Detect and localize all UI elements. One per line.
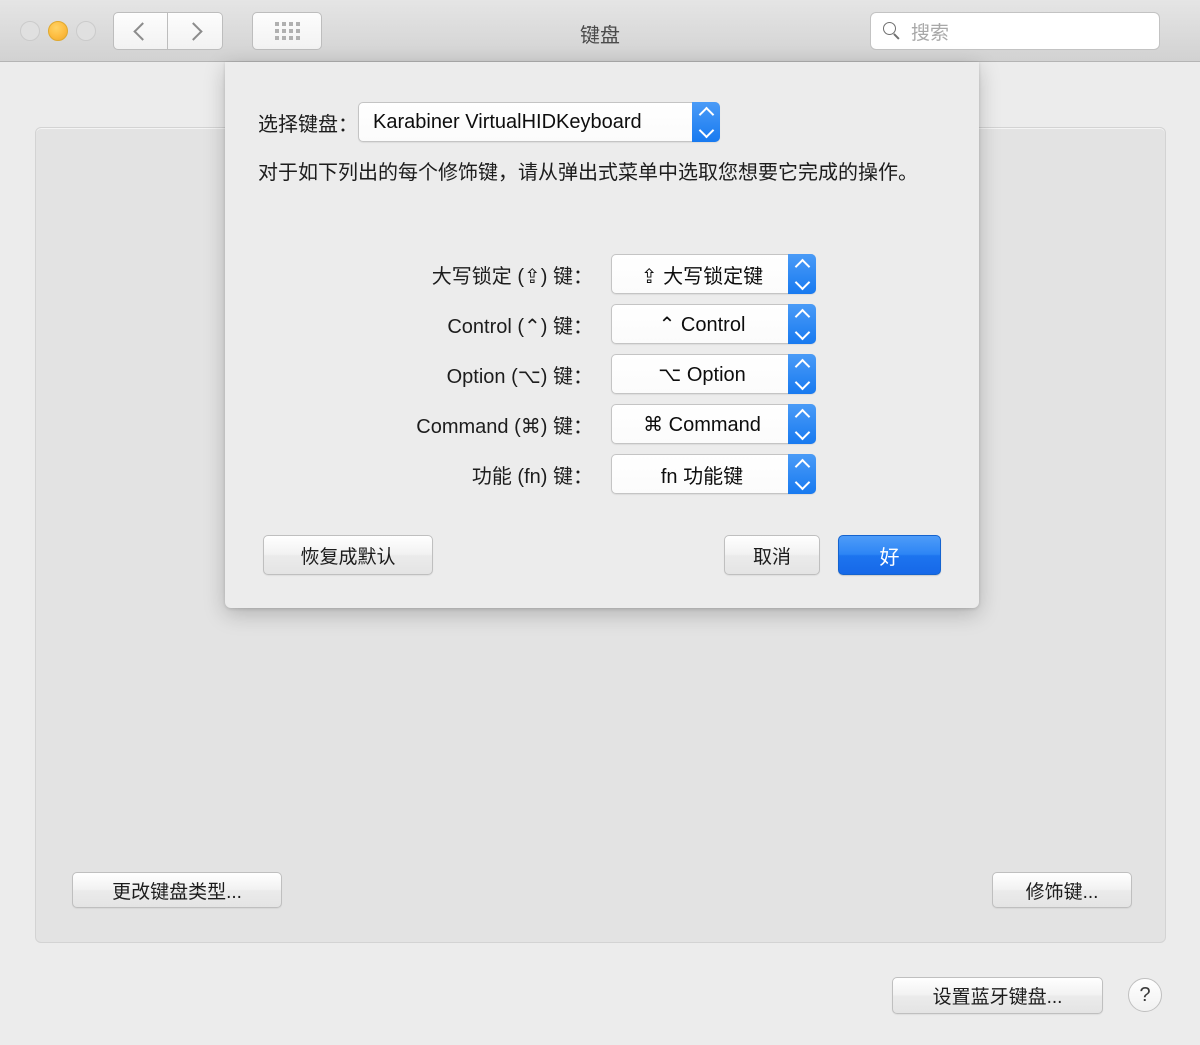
fn-label: 功能 (fn) 键： [471,465,593,488]
search-placeholder: 搜索 [911,22,950,44]
help-button[interactable]: ? [1128,978,1162,1012]
capslock-popup[interactable]: ⇪ 大写锁定键 [611,254,816,294]
modifier-keys-sheet: 选择键盘： Karabiner VirtualHIDKeyboard 对于如下列… [225,62,979,608]
keyboard-select-row: 选择键盘： Karabiner VirtualHIDKeyboard [258,102,720,142]
control-stepper-icon[interactable] [788,304,816,344]
keyboard-select-stepper-icon[interactable] [692,102,720,142]
modifier-row-control: Control (⌃) 键： ⌃ Control [258,299,948,349]
setup-bluetooth-keyboard-button[interactable]: 设置蓝牙键盘... [892,977,1103,1014]
modifier-row-command: Command (⌘) 键： ⌘ Command [258,399,948,449]
control-value: ⌃ Control [658,313,746,336]
modifier-keys-button[interactable]: 修饰键... [992,872,1132,908]
sheet-description: 对于如下列出的每个修饰键，请从弹出式菜单中选取您想要它完成的操作。 [258,162,918,184]
control-label: Control (⌃) 键： [447,315,593,338]
keyboard-select-value: Karabiner VirtualHIDKeyboard [373,110,642,133]
ok-button[interactable]: 好 [838,535,941,575]
search-field[interactable]: 搜索 [870,12,1160,50]
command-label: Command (⌘) 键： [416,415,593,438]
window-toolbar: 键盘 搜索 [0,0,1200,62]
control-popup[interactable]: ⌃ Control [611,304,816,344]
option-stepper-icon[interactable] [788,354,816,394]
capslock-value: ⇪ 大写锁定键 [640,265,764,288]
command-popup[interactable]: ⌘ Command [611,404,816,444]
option-label: Option (⌥) 键： [446,365,593,388]
keyboard-select-popup[interactable]: Karabiner VirtualHIDKeyboard [358,102,720,142]
command-stepper-icon[interactable] [788,404,816,444]
cancel-button[interactable]: 取消 [724,535,820,575]
option-popup[interactable]: ⌥ Option [611,354,816,394]
capslock-label: 大写锁定 (⇪) 键： [431,265,593,288]
keyboard-select-label: 选择键盘： [258,113,358,136]
sheet-button-bar: 恢复成默认 取消 好 [225,535,979,575]
fn-value: fn 功能键 [660,465,744,488]
modifier-row-option: Option (⌥) 键： ⌥ Option [258,349,948,399]
capslock-stepper-icon[interactable] [788,254,816,294]
fn-popup[interactable]: fn 功能键 [611,454,816,494]
change-keyboard-type-button[interactable]: 更改键盘类型... [72,872,282,908]
command-value: ⌘ Command [643,413,761,436]
modifier-row-capslock: 大写锁定 (⇪) 键： ⇪ 大写锁定键 [258,249,948,299]
fn-stepper-icon[interactable] [788,454,816,494]
restore-defaults-button[interactable]: 恢复成默认 [263,535,433,575]
modifier-rows: 大写锁定 (⇪) 键： ⇪ 大写锁定键 Control (⌃) 键： ⌃ Con… [258,249,948,499]
option-value: ⌥ Option [658,363,746,386]
modifier-row-fn: 功能 (fn) 键： fn 功能键 [258,449,948,499]
search-icon [883,21,902,41]
